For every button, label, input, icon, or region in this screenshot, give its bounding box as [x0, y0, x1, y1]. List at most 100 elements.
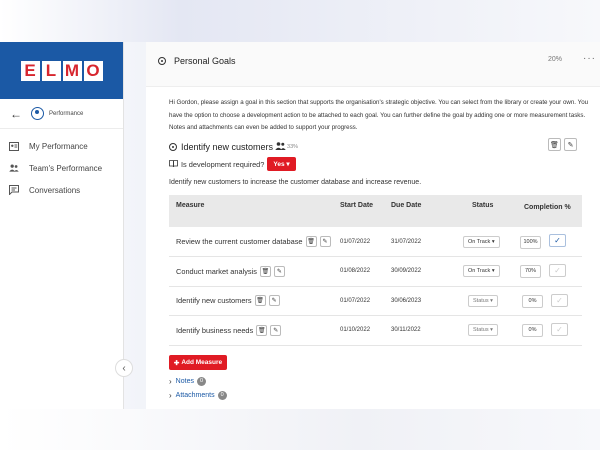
chevron-right-icon: ›	[169, 391, 172, 400]
start-date: 01/08/2022	[340, 256, 391, 287]
header-completion: Completion %	[524, 204, 571, 211]
measure-name: Conduct market analysis	[176, 266, 257, 276]
add-measure-label: Add Measure	[181, 359, 223, 366]
attachments-toggle[interactable]: › Attachments 0	[169, 391, 227, 400]
logo-bar: E L M O	[0, 42, 123, 99]
chevron-left-icon: ‹	[122, 362, 126, 374]
status-dropdown[interactable]: On Track ▾	[463, 265, 500, 278]
table-row: Review the current customer database 🗑 ✎ 0…	[169, 227, 582, 257]
chat-icon	[9, 185, 19, 195]
completion-input[interactable]: 100%	[520, 235, 541, 249]
sidebar-item-label: Conversations	[29, 185, 81, 195]
notes-toggle[interactable]: › Notes 0	[169, 377, 206, 386]
sidebar-item-conversations[interactable]: Conversations	[0, 179, 123, 201]
goal-actions: 🗑 ✎	[548, 138, 577, 151]
complete-toggle[interactable]: ✓	[551, 293, 568, 307]
start-date: 01/10/2022	[340, 315, 391, 346]
check-icon: ✓	[556, 325, 563, 335]
back-to-performance[interactable]: ← Performance	[0, 99, 123, 129]
completion-input[interactable]: 0%	[522, 324, 543, 338]
back-label: Performance	[49, 110, 84, 117]
status-value: On Track	[468, 238, 491, 245]
measure-name: Identify new customers	[176, 296, 252, 306]
trash-icon: 🗑	[257, 327, 266, 334]
main-content: Personal Goals 20% ··· Hi Gordon, please…	[146, 42, 600, 409]
development-row: Is development required? Yes ▾	[169, 157, 296, 171]
status-dropdown[interactable]: Status ▾	[468, 324, 498, 337]
notes-label: Notes	[175, 378, 194, 385]
sidebar-item-my-performance[interactable]: My Performance	[0, 135, 123, 157]
complete-toggle[interactable]: ✓	[549, 264, 566, 278]
start-date: 01/07/2022	[340, 227, 391, 257]
header-due-date: Due Date	[391, 202, 422, 209]
goal-percent: 33%	[287, 144, 299, 150]
trash-icon: 🗑	[261, 268, 270, 275]
bottom-backdrop	[0, 409, 600, 450]
edit-measure-button[interactable]: ✎	[273, 265, 285, 277]
pencil-icon: ✎	[322, 239, 328, 245]
complete-toggle[interactable]: ✓	[549, 234, 566, 248]
edit-goal-button[interactable]: ✎	[564, 138, 577, 151]
sidebar-item-label: My Performance	[29, 141, 88, 151]
header-status: Status	[472, 202, 494, 209]
logo-letter: L	[41, 60, 61, 81]
table-header-row: Measure Start Date Due Date Status Compl…	[169, 195, 582, 227]
status-dropdown[interactable]: Status ▾	[468, 294, 498, 307]
development-dropdown[interactable]: Yes ▾	[267, 157, 296, 171]
status-value: On Track	[468, 268, 491, 275]
start-date: 01/07/2022	[340, 286, 391, 316]
trash-icon: 🗑	[256, 298, 264, 305]
delete-measure-button[interactable]: 🗑	[256, 324, 268, 336]
delete-measure-button[interactable]: 🗑	[254, 295, 266, 307]
table-row: Conduct market analysis 🗑 ✎ 01/08/2022 30/…	[169, 256, 582, 287]
team-icon	[9, 163, 19, 173]
book-icon	[169, 159, 178, 169]
sidebar-nav: My Performance Team's Performance Conver…	[0, 129, 123, 201]
goal-section-header[interactable]: Personal Goals 20% ···	[146, 42, 600, 80]
goal-title: Identify new customers	[181, 142, 274, 152]
logo-letter: E	[20, 60, 40, 81]
delete-goal-button[interactable]: 🗑	[548, 138, 561, 151]
top-backdrop	[0, 0, 600, 42]
add-measure-button[interactable]: ✚ Add Measure	[169, 355, 227, 370]
elmo-logo[interactable]: E L M O	[20, 60, 103, 81]
performance-icon	[31, 107, 44, 120]
edit-measure-button[interactable]: ✎	[270, 324, 282, 336]
delete-measure-button[interactable]: 🗑	[259, 265, 271, 277]
table-row: Identify new customers 🗑 ✎ 01/07/2022 30/0…	[169, 286, 582, 316]
check-icon: ✓	[556, 295, 563, 305]
completion-input[interactable]: 0%	[522, 294, 543, 308]
due-date: 30/11/2022	[391, 315, 454, 346]
section-percent: 20%	[548, 56, 563, 63]
header-measure: Measure	[176, 202, 205, 209]
due-date: 31/07/2022	[391, 227, 454, 257]
status-dropdown[interactable]: On Track ▾	[463, 235, 500, 248]
goal-card: Hi Gordon, please assign a goal in this …	[146, 86, 600, 409]
pencil-icon: ✎	[567, 141, 574, 149]
header-start-date: Start Date	[340, 202, 374, 209]
goal-description: Identify new customers to increase the c…	[169, 179, 422, 186]
status-value: Status	[473, 297, 489, 304]
development-answer: Yes	[273, 161, 285, 168]
target-icon	[158, 57, 166, 65]
delete-measure-button[interactable]: 🗑	[305, 236, 317, 247]
users-icon	[275, 142, 286, 152]
measure-name: Review the current customer database	[176, 237, 303, 246]
edit-measure-button[interactable]: ✎	[319, 236, 331, 247]
collapse-sidebar-button[interactable]: ‹	[115, 359, 133, 377]
logo-letter: O	[83, 60, 103, 81]
logo-letter: M	[62, 60, 82, 81]
goal-title-row: Identify new customers 33%	[169, 142, 298, 152]
sidebar-item-teams-performance[interactable]: Team's Performance	[0, 157, 123, 179]
table-row: Identify business needs 🗑 ✎ 01/10/2022 30/…	[169, 315, 582, 346]
complete-toggle[interactable]: ✓	[551, 323, 568, 337]
back-arrow-icon[interactable]: ←	[10, 107, 24, 121]
due-date: 30/06/2023	[391, 286, 454, 316]
edit-measure-button[interactable]: ✎	[268, 295, 280, 307]
measure-name: Identify business needs	[176, 325, 254, 335]
due-date: 30/09/2022	[391, 256, 454, 287]
trash-icon: 🗑	[307, 239, 315, 245]
completion-input[interactable]: 70%	[520, 265, 541, 279]
more-options-icon[interactable]: ···	[583, 53, 596, 64]
notes-count-badge: 0	[196, 377, 206, 386]
